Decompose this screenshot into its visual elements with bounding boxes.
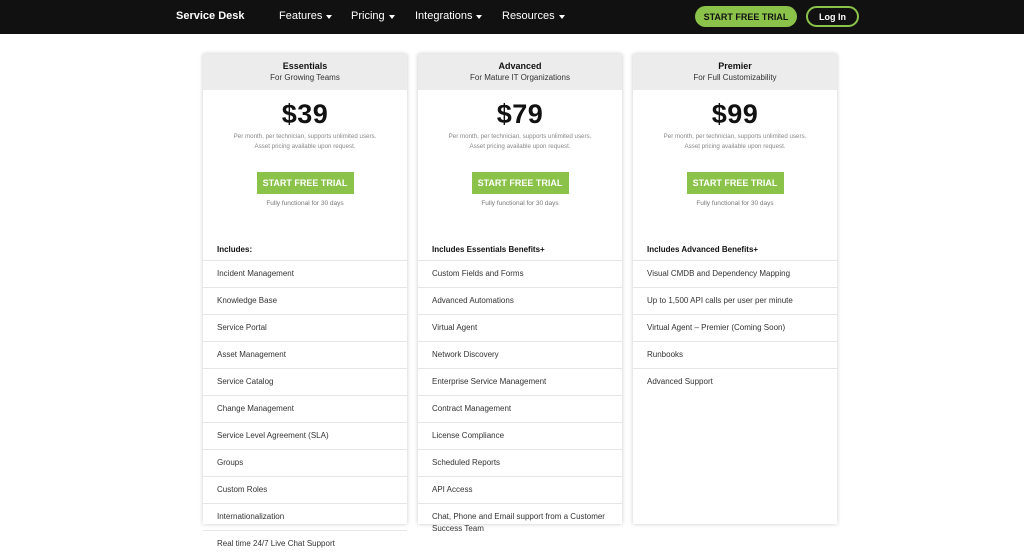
feature-item: Change Management xyxy=(203,395,407,422)
feature-list: Visual CMDB and Dependency Mapping Up to… xyxy=(633,260,837,395)
plan-description-line: Asset pricing available upon request. xyxy=(254,143,356,150)
feature-item: Virtual Agent xyxy=(418,314,622,341)
feature-item: API Access xyxy=(418,476,622,503)
feature-item: Advanced Support xyxy=(633,368,837,395)
feature-item: Runbooks xyxy=(633,341,837,368)
feature-item: Advanced Automations xyxy=(418,287,622,314)
nav-resources[interactable]: Resources xyxy=(502,10,565,22)
plan-description-line: Asset pricing available upon request. xyxy=(469,143,571,150)
plan-subtitle: For Growing Teams xyxy=(270,73,340,82)
trial-note: Fully functional for 30 days xyxy=(696,200,774,207)
nav-resources-label: Resources xyxy=(502,10,555,22)
nav-pricing[interactable]: Pricing xyxy=(351,10,395,22)
plan-card-premier: Premier For Full Customizability $99 Per… xyxy=(633,54,837,524)
includes-title: Includes Essentials Benefits+ xyxy=(432,245,545,254)
nav-features[interactable]: Features xyxy=(279,10,333,22)
nav-pricing-label: Pricing xyxy=(351,10,385,22)
feature-item: Scheduled Reports xyxy=(418,449,622,476)
feature-item: Network Discovery xyxy=(418,341,622,368)
brand-logo-text[interactable]: Service Desk xyxy=(176,10,245,22)
top-nav-bar: Service Desk Features Pricing Integratio… xyxy=(0,0,1024,34)
trial-note: Fully functional for 30 days xyxy=(481,200,559,207)
feature-item: Real time 24/7 Live Chat Support xyxy=(203,530,407,557)
feature-item: Incident Management xyxy=(203,260,407,287)
feature-item: Virtual Agent – Premier (Coming Soon) xyxy=(633,314,837,341)
plan-name: Advanced xyxy=(498,61,542,71)
feature-item: Visual CMDB and Dependency Mapping xyxy=(633,260,837,287)
plan-name: Premier xyxy=(718,61,752,71)
plan-price: $79 xyxy=(496,99,544,129)
feature-list: Custom Fields and Forms Advanced Automat… xyxy=(418,260,622,542)
chevron-down-icon xyxy=(326,14,333,19)
feature-item: Knowledge Base xyxy=(203,287,407,314)
plan-description-line: Per month, per technician, supports unli… xyxy=(448,133,592,140)
plan-card-essentials: Essentials For Growing Teams $39 Per mon… xyxy=(203,54,407,548)
chevron-down-icon xyxy=(388,14,395,19)
plan-description-line: Asset pricing available upon request. xyxy=(684,143,786,150)
plan-header: Premier For Full Customizability xyxy=(633,54,837,90)
plan-card-advanced: Advanced For Mature IT Organizations $79… xyxy=(418,54,622,533)
start-trial-button[interactable]: START FREE TRIAL xyxy=(686,172,784,194)
plan-description: Per month, per technician, supports unli… xyxy=(418,132,622,152)
feature-item: Asset Management xyxy=(203,341,407,368)
plan-description-line: Per month, per technician, supports unli… xyxy=(233,133,377,140)
nav-integrations-label: Integrations xyxy=(415,10,473,22)
feature-item: Groups xyxy=(203,449,407,476)
feature-item: Contract Management xyxy=(418,395,622,422)
feature-item: Service Level Agreement (SLA) xyxy=(203,422,407,449)
nav-start-trial-button[interactable]: START FREE TRIAL xyxy=(695,6,797,27)
plan-subtitle: For Mature IT Organizations xyxy=(470,73,570,82)
feature-item: Internationalization xyxy=(203,503,407,530)
nav-integrations[interactable]: Integrations xyxy=(415,10,483,22)
feature-item: License Compliance xyxy=(418,422,622,449)
feature-list: Incident Management Knowledge Base Servi… xyxy=(203,260,407,557)
plan-subtitle: For Full Customizability xyxy=(693,73,777,82)
feature-item: Up to 1,500 API calls per user per minut… xyxy=(633,287,837,314)
plan-header: Essentials For Growing Teams xyxy=(203,54,407,90)
feature-item: Enterprise Service Management xyxy=(418,368,622,395)
feature-item: Service Portal xyxy=(203,314,407,341)
plan-name: Essentials xyxy=(282,61,328,71)
plan-description-line: Per month, per technician, supports unli… xyxy=(663,133,807,140)
trial-note: Fully functional for 30 days xyxy=(266,200,344,207)
chevron-down-icon xyxy=(558,14,565,19)
feature-item: Chat, Phone and Email support from a Cus… xyxy=(418,503,622,542)
feature-item: Custom Roles xyxy=(203,476,407,503)
plan-header: Advanced For Mature IT Organizations xyxy=(418,54,622,90)
nav-features-label: Features xyxy=(279,10,323,22)
plan-price: $39 xyxy=(281,99,329,129)
start-trial-button[interactable]: START FREE TRIAL xyxy=(471,172,569,194)
includes-title: Includes Advanced Benefits+ xyxy=(647,245,759,254)
feature-item: Custom Fields and Forms xyxy=(418,260,622,287)
start-trial-button[interactable]: START FREE TRIAL xyxy=(256,172,354,194)
plan-description: Per month, per technician, supports unli… xyxy=(203,132,407,152)
plan-price: $99 xyxy=(711,99,759,129)
plan-description: Per month, per technician, supports unli… xyxy=(633,132,837,152)
feature-item: Service Catalog xyxy=(203,368,407,395)
login-button[interactable]: Log In xyxy=(806,6,859,27)
includes-title: Includes: xyxy=(217,245,253,254)
chevron-down-icon xyxy=(476,14,483,19)
